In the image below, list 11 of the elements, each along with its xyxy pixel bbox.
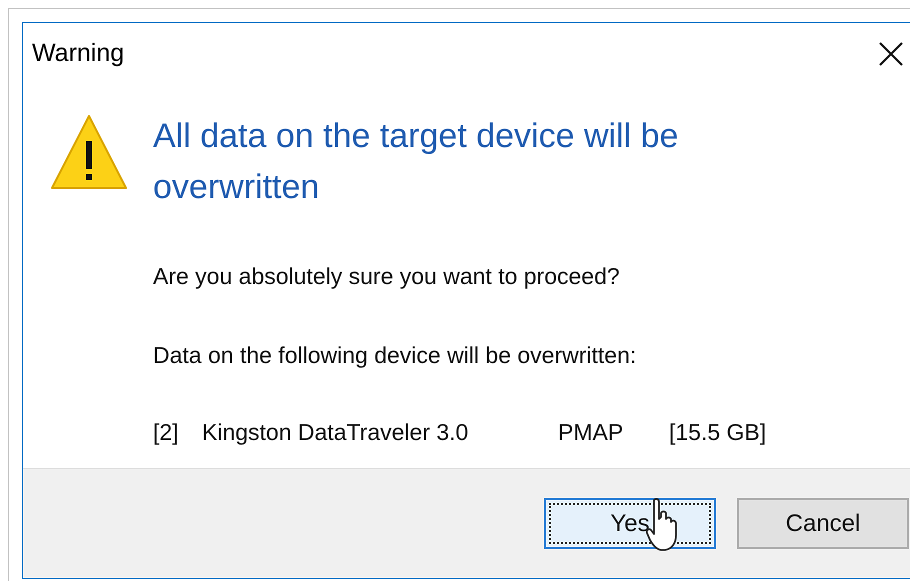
- confirm-question: Are you absolutely sure you want to proceed?: [153, 262, 621, 291]
- window-title: Warning: [32, 38, 124, 70]
- device-info-text: [15.5 GB]: [669, 419, 766, 445]
- device-info-text: [2]: [153, 419, 179, 445]
- device-info-text: PMAP: [558, 419, 624, 445]
- dialog-button[interactable]: Cancel: [737, 498, 909, 549]
- warning-icon: [50, 113, 128, 191]
- warning-heading: All data on the target device will be overwritten: [153, 116, 680, 208]
- overwrite-notice: Data on the following device will be overwritten:: [153, 340, 638, 370]
- device-info-text: Kingston DataTraveler 3.0: [202, 419, 468, 445]
- close-icon: [878, 41, 904, 67]
